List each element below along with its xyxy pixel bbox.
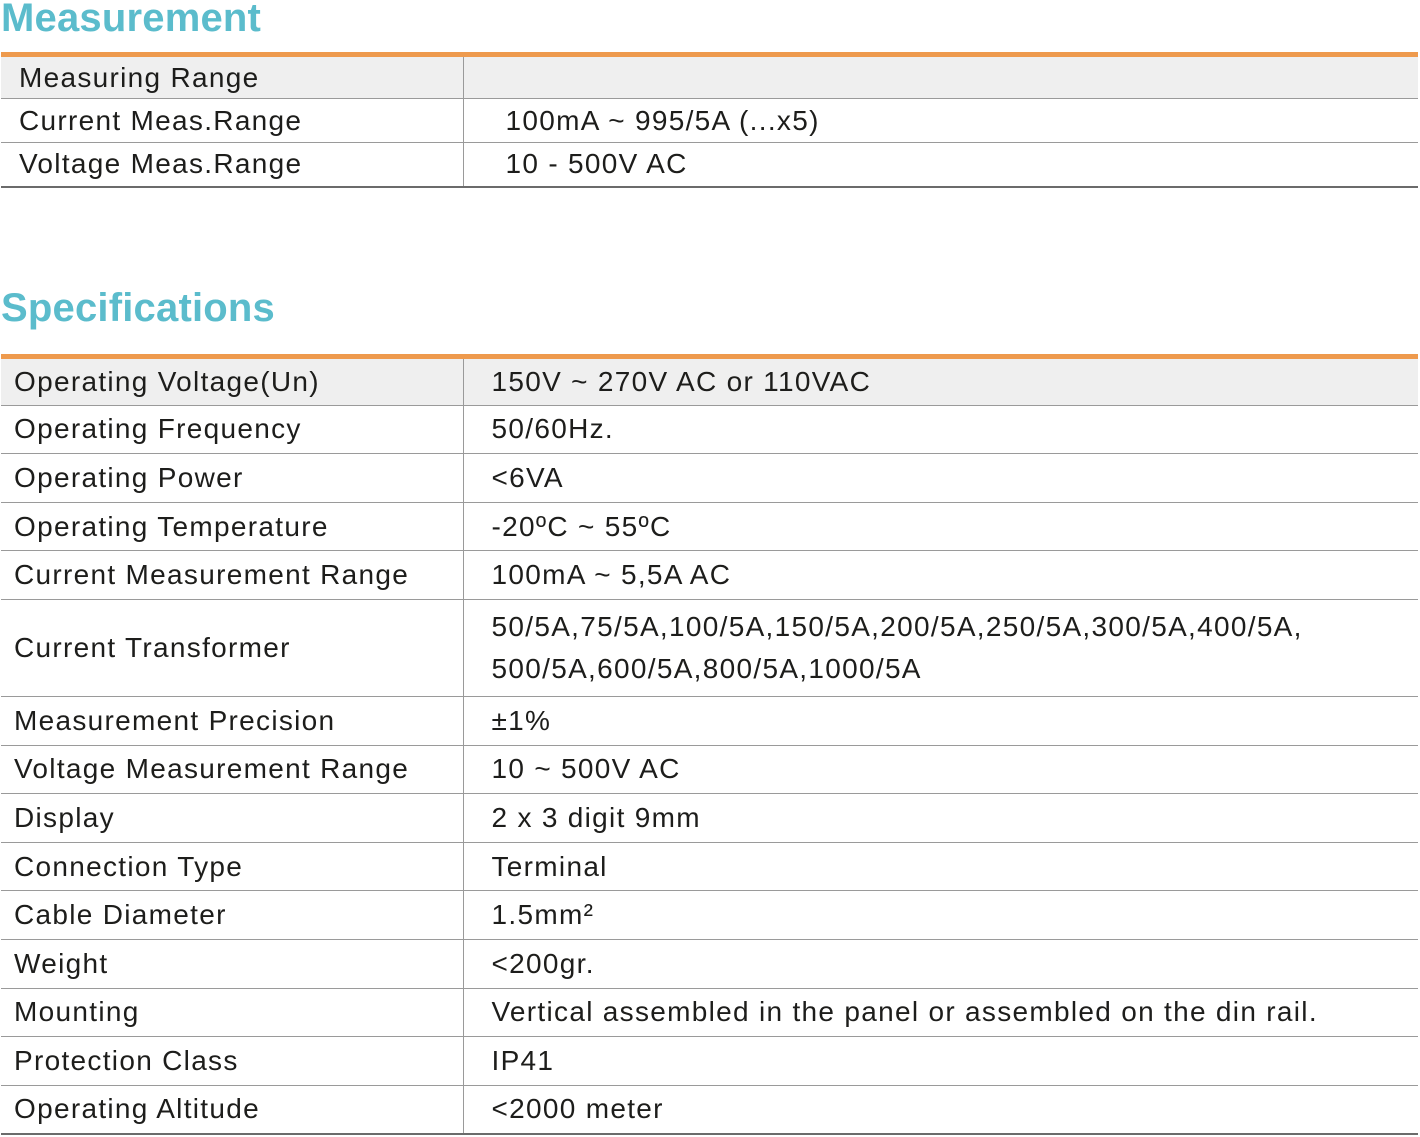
row-label: Voltage Measurement Range: [1, 744, 464, 794]
table-row: Connection Type Terminal: [1, 841, 1418, 891]
table-row: Cable Diameter 1.5mm²: [1, 890, 1418, 940]
table-row: Current Transformer 50/5A,75/5A,100/5A,1…: [1, 598, 1418, 697]
row-label: Operating Frequency: [1, 404, 464, 454]
row-value: 10 ~ 500V AC: [463, 744, 1418, 794]
row-value: [463, 54, 1418, 99]
row-value: 2 x 3 digit 9mm: [463, 793, 1418, 843]
measurement-title: Measurement: [1, 0, 262, 40]
row-value: <2000 meter: [463, 1084, 1418, 1134]
row-value: 50/60Hz.: [463, 404, 1418, 454]
table-row: Operating Frequency 50/60Hz.: [1, 404, 1418, 454]
row-label: Current Meas.Range: [1, 98, 464, 143]
row-label: Operating Temperature: [1, 501, 464, 551]
measurement-table: Measuring Range Current Meas.Range 100mA…: [1, 52, 1418, 188]
table-row: Current Meas.Range 100mA ~ 995/5A (...x5…: [1, 98, 1418, 143]
row-label: Mounting: [1, 987, 464, 1037]
table-row: Measuring Range: [1, 54, 1418, 99]
row-label: Current Transformer: [1, 598, 464, 697]
row-value: <200gr.: [463, 938, 1418, 989]
row-label: Display: [1, 793, 464, 843]
row-value: 100mA ~ 995/5A (...x5): [463, 98, 1418, 143]
row-label: Operating Altitude: [1, 1084, 464, 1134]
table-row: Weight <200gr.: [1, 938, 1418, 989]
specifications-table: Operating Voltage(Un) 150V ~ 270V AC or …: [1, 354, 1418, 1135]
row-value: 50/5A,75/5A,100/5A,150/5A,200/5A,250/5A,…: [463, 598, 1418, 697]
row-value: 100mA ~ 5,5A AC: [463, 550, 1418, 600]
table-row: Voltage Measurement Range 10 ~ 500V AC: [1, 744, 1418, 794]
row-value: <6VA: [463, 453, 1418, 503]
table-row: Operating Altitude <2000 meter: [1, 1084, 1418, 1134]
row-label: Connection Type: [1, 841, 464, 891]
table-row: Operating Power <6VA: [1, 453, 1418, 503]
row-value: Terminal: [463, 841, 1418, 891]
table-row: Protection Class IP41: [1, 1036, 1418, 1086]
row-value: ±1%: [463, 695, 1418, 746]
specifications-title: Specifications: [1, 286, 275, 330]
row-label: Measurement Precision: [1, 695, 464, 746]
table-row: Operating Temperature -20ºC ~ 55ºC: [1, 501, 1418, 551]
table-row: Operating Voltage(Un) 150V ~ 270V AC or …: [1, 356, 1418, 406]
row-value: IP41: [463, 1036, 1418, 1086]
row-value: 150V ~ 270V AC or 110VAC: [463, 356, 1418, 406]
table-row: Current Measurement Range 100mA ~ 5,5A A…: [1, 550, 1418, 600]
row-label: Cable Diameter: [1, 890, 464, 940]
row-label: Weight: [1, 938, 464, 989]
row-value: 1.5mm²: [463, 890, 1418, 940]
row-label: Measuring Range: [1, 54, 464, 99]
row-value: 10 - 500V AC: [463, 142, 1418, 187]
table-row: Measurement Precision ±1%: [1, 695, 1418, 746]
row-label: Current Measurement Range: [1, 550, 464, 600]
row-label: Operating Voltage(Un): [1, 356, 464, 406]
table-row: Display 2 x 3 digit 9mm: [1, 793, 1418, 843]
row-value: Vertical assembled in the panel or assem…: [463, 987, 1418, 1037]
table-row: Voltage Meas.Range 10 - 500V AC: [1, 142, 1418, 187]
row-label: Operating Power: [1, 453, 464, 503]
row-label: Voltage Meas.Range: [1, 142, 464, 187]
row-label: Protection Class: [1, 1036, 464, 1086]
table-row: Mounting Vertical assembled in the panel…: [1, 987, 1418, 1037]
row-value: -20ºC ~ 55ºC: [463, 501, 1418, 551]
